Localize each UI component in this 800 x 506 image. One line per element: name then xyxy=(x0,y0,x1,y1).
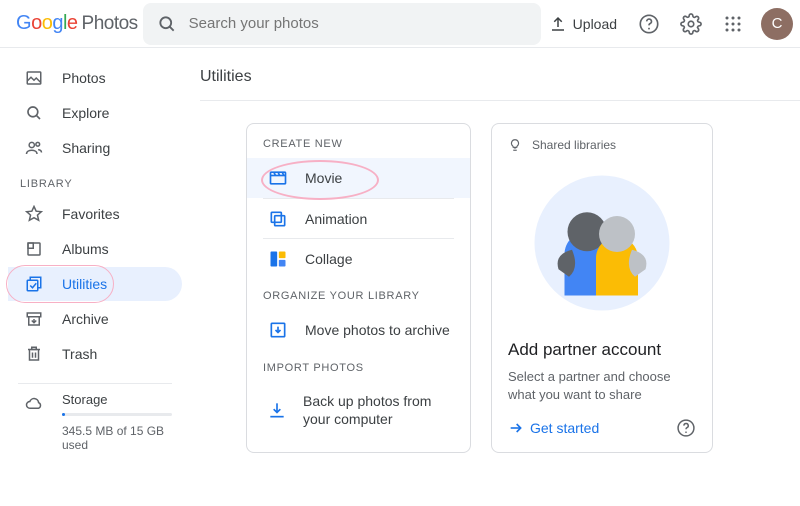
collage-icon xyxy=(267,249,289,269)
sidebar-item-trash[interactable]: Trash xyxy=(8,337,182,371)
sidebar-item-label: Photos xyxy=(62,70,106,86)
create-collage[interactable]: Collage xyxy=(263,238,454,278)
organize-heading: ORGANIZE YOUR LIBRARY xyxy=(247,278,470,310)
upload-icon xyxy=(549,15,567,33)
apps-button[interactable] xyxy=(715,6,751,42)
create-movie[interactable]: Movie xyxy=(247,158,470,198)
search-input[interactable] xyxy=(187,14,527,33)
account-avatar[interactable]: C xyxy=(761,8,793,40)
partner-help-button[interactable] xyxy=(676,418,696,438)
sidebar-item-albums[interactable]: Albums xyxy=(8,232,182,266)
help-icon xyxy=(676,418,696,438)
animation-icon xyxy=(267,209,289,229)
gear-icon xyxy=(680,13,702,35)
import-item-label: Back up photos from your computer xyxy=(303,392,450,428)
download-icon xyxy=(267,400,287,420)
archive-icon xyxy=(24,310,44,328)
sidebar-item-sharing[interactable]: Sharing xyxy=(8,131,182,165)
trash-icon xyxy=(24,345,44,363)
archive-down-icon xyxy=(267,320,289,340)
app-logo[interactable]: Google Photos xyxy=(16,12,138,35)
grid-icon xyxy=(724,15,742,33)
sidebar-item-label: Trash xyxy=(62,346,97,362)
bulb-icon xyxy=(508,138,522,152)
sidebar: Photos Explore Sharing LIBRARY Favorites… xyxy=(0,48,190,506)
create-item-label: Movie xyxy=(305,170,342,186)
sidebar-item-label: Favorites xyxy=(62,206,120,222)
main-content: Utilities CREATE NEW Movie Animation Col… xyxy=(190,48,800,506)
sidebar-item-archive[interactable]: Archive xyxy=(8,302,182,336)
star-icon xyxy=(24,205,44,223)
partner-illustration xyxy=(492,152,712,328)
partner-hint: Shared libraries xyxy=(532,138,616,152)
create-new-heading: CREATE NEW xyxy=(247,124,470,158)
upload-label: Upload xyxy=(573,16,617,32)
move-to-archive[interactable]: Move photos to archive xyxy=(247,310,470,350)
storage-label: Storage xyxy=(62,392,172,407)
sidebar-item-label: Explore xyxy=(62,105,109,121)
search-icon xyxy=(24,104,44,122)
sidebar-item-label: Sharing xyxy=(62,140,110,156)
utilities-icon xyxy=(24,275,44,293)
get-started-button[interactable]: Get started xyxy=(508,420,599,436)
people-icon xyxy=(24,139,44,157)
sidebar-item-utilities[interactable]: Utilities xyxy=(8,267,182,301)
create-animation[interactable]: Animation xyxy=(263,198,454,238)
storage-bar xyxy=(62,413,172,416)
divider xyxy=(18,383,172,384)
import-heading: IMPORT PHOTOS xyxy=(247,350,470,382)
sidebar-item-label: Albums xyxy=(62,241,109,257)
settings-button[interactable] xyxy=(673,6,709,42)
search-box[interactable] xyxy=(143,3,541,45)
partner-subtitle: Select a partner and choose what you wan… xyxy=(492,368,712,404)
create-panel: CREATE NEW Movie Animation Collage ORGAN… xyxy=(246,123,471,453)
header: Google Photos Upload C xyxy=(0,0,800,48)
sidebar-section-library: LIBRARY xyxy=(8,166,182,196)
sidebar-item-label: Archive xyxy=(62,311,109,327)
search-icon xyxy=(157,14,177,34)
arrow-right-icon xyxy=(508,420,524,436)
sidebar-item-favorites[interactable]: Favorites xyxy=(8,197,182,231)
page-title: Utilities xyxy=(200,60,800,101)
help-icon xyxy=(638,13,660,35)
album-icon xyxy=(24,240,44,258)
storage-detail: 345.5 MB of 15 GB used xyxy=(62,424,172,452)
create-item-label: Animation xyxy=(305,211,367,227)
movie-icon xyxy=(267,168,289,188)
upload-button[interactable]: Upload xyxy=(541,9,625,39)
sidebar-item-storage[interactable]: Storage 345.5 MB of 15 GB used xyxy=(8,392,182,452)
partner-panel: Shared libraries xyxy=(491,123,713,453)
cloud-icon xyxy=(24,394,44,452)
sidebar-item-photos[interactable]: Photos xyxy=(8,61,182,95)
help-button[interactable] xyxy=(631,6,667,42)
backup-from-computer[interactable]: Back up photos from your computer xyxy=(247,382,470,438)
sidebar-item-explore[interactable]: Explore xyxy=(8,96,182,130)
create-item-label: Collage xyxy=(305,251,352,267)
partner-title: Add partner account xyxy=(492,328,712,368)
organize-item-label: Move photos to archive xyxy=(305,322,450,338)
sidebar-item-label: Utilities xyxy=(62,276,107,292)
image-icon xyxy=(24,69,44,87)
